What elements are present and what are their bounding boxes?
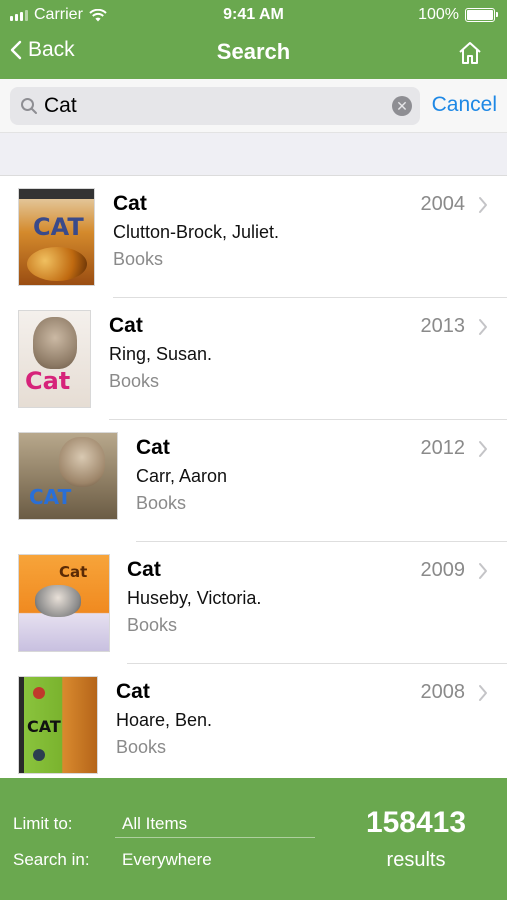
chevron-right-icon (479, 197, 487, 213)
search-in-selector[interactable]: Everywhere (122, 850, 212, 870)
limit-label: Limit to: (13, 814, 73, 833)
result-year: 2009 (420, 559, 466, 581)
search-in-label: Search in: (13, 850, 90, 869)
result-author: Hoare, Ben. (116, 710, 213, 730)
chevron-right-icon (479, 441, 487, 457)
results-count: 158413 (365, 806, 467, 839)
search-screen: Carrier 9:41 AM 100% Back Search Cat ✕ C… (0, 0, 507, 900)
cover-text: CAT (27, 717, 61, 736)
search-input[interactable] (44, 94, 374, 118)
page-title: Search (216, 39, 291, 64)
book-cover-image: CAT (18, 676, 98, 774)
clear-icon[interactable]: ✕ (392, 96, 412, 116)
home-icon[interactable] (457, 40, 483, 66)
status-bar: Carrier 9:41 AM 100% (0, 0, 507, 30)
result-title: Cat (136, 436, 170, 459)
result-author: Ring, Susan. (109, 344, 213, 364)
list-item[interactable]: CAT Cat Carr, Aaron Books 2012 (0, 420, 507, 542)
chevron-right-icon (479, 685, 487, 701)
battery-percent: 100% (418, 6, 459, 23)
result-author: Carr, Aaron (136, 466, 228, 486)
results-label: results (386, 849, 446, 871)
result-type: Books (109, 371, 160, 391)
cover-text: Cat (59, 563, 88, 581)
footer-divider (115, 837, 315, 838)
book-cover-image: Cat (18, 310, 91, 408)
book-cover-image: CAT (18, 188, 95, 286)
search-bar: ✕ Cancel (0, 79, 507, 133)
list-item[interactable]: Cat Cat Huseby, Victoria. Books 2009 (0, 542, 507, 664)
result-title: Cat (113, 192, 147, 215)
result-year: 2013 (420, 315, 466, 337)
section-spacer (0, 133, 507, 176)
nav-bar: Back Search (0, 30, 507, 79)
list-item[interactable]: Cat Cat Ring, Susan. Books 2013 (0, 298, 507, 420)
book-cover-image: Cat (18, 554, 110, 652)
chevron-right-icon (479, 319, 487, 335)
cover-text: CAT (33, 213, 84, 241)
search-icon (21, 98, 37, 114)
back-label: Back (28, 38, 75, 61)
cancel-button[interactable]: Cancel (432, 93, 497, 117)
results-list: CAT Cat Clutton-Brock, Juliet. Books 200… (0, 176, 507, 778)
search-field[interactable]: ✕ (10, 87, 420, 125)
book-cover-image: CAT (18, 432, 118, 520)
result-title: Cat (109, 314, 143, 337)
result-type: Books (136, 493, 187, 513)
list-item[interactable]: CAT Cat Hoare, Ben. Books 2008 (0, 664, 507, 778)
result-author: Clutton-Brock, Juliet. (113, 222, 280, 242)
search-footer: Limit to: All Items Search in: Everywher… (0, 778, 507, 900)
result-type: Books (116, 737, 167, 757)
back-button[interactable]: Back (10, 38, 75, 62)
result-author: Huseby, Victoria. (127, 588, 262, 608)
result-title: Cat (116, 680, 150, 703)
chevron-left-icon (10, 40, 22, 60)
result-year: 2012 (420, 437, 466, 459)
result-type: Books (113, 249, 164, 269)
limit-selector[interactable]: All Items (122, 814, 187, 834)
header: Carrier 9:41 AM 100% Back Search (0, 0, 507, 79)
result-type: Books (127, 615, 178, 635)
list-item[interactable]: CAT Cat Clutton-Brock, Juliet. Books 200… (0, 176, 507, 298)
cover-text: Cat (25, 367, 71, 395)
result-title: Cat (127, 558, 161, 581)
cover-text: CAT (29, 485, 72, 509)
chevron-right-icon (479, 563, 487, 579)
battery-icon (465, 8, 498, 22)
result-year: 2004 (420, 193, 466, 215)
result-year: 2008 (420, 681, 466, 703)
